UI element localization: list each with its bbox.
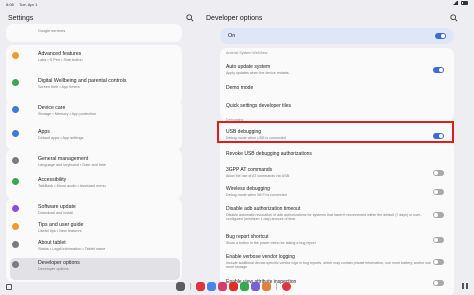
developer-options-pane: Developer options On Android System WebV… [196, 9, 474, 295]
play-store-app-icon[interactable] [240, 282, 249, 291]
verbose-vendor-logging-row[interactable]: Enable verbose vendor logging Include ad… [220, 251, 454, 275]
app-drawer-icon[interactable] [176, 282, 185, 291]
auto-update-row[interactable]: Auto update system Apply updates when th… [220, 61, 454, 79]
3gpp-at-commands-toggle[interactable] [433, 170, 444, 176]
software-update-icon [12, 205, 19, 212]
status-date: Tue, Apr 1 [19, 2, 38, 7]
galaxy-store-app-icon[interactable] [251, 282, 260, 291]
verbose-vendor-logging-toggle[interactable] [433, 259, 444, 265]
wireless-debugging-toggle[interactable] [433, 189, 444, 195]
disable-adb-timeout-row[interactable]: Disable adb authorization timeout Disabl… [220, 203, 454, 229]
developer-options-icon [12, 261, 19, 268]
auto-update-toggle[interactable] [433, 67, 444, 73]
gallery-app-icon[interactable] [218, 282, 227, 291]
master-switch-toggle[interactable] [435, 33, 446, 39]
3gpp-at-commands-row[interactable]: 3GPP AT commands Allow the use of AT com… [220, 165, 454, 183]
settings-list-pane: Settings Google services Advanced featur… [0, 9, 196, 295]
recent-app-icon[interactable] [282, 282, 291, 291]
apps-icon [12, 130, 19, 137]
recents-button[interactable] [6, 284, 12, 290]
settings-card-group-2: Device care Storage • Memory • App prote… [6, 100, 182, 150]
search-icon[interactable] [450, 14, 458, 22]
bug-report-shortcut-toggle[interactable] [433, 237, 444, 243]
settings-card-group-4: Software update Download and install Tip… [6, 198, 182, 282]
device-care-icon [12, 106, 19, 113]
status-icons [452, 1, 468, 5]
quick-settings-tiles-row[interactable]: Quick settings developer tiles [220, 99, 454, 115]
battery-icon [461, 1, 468, 5]
sidebar-item-developer-options[interactable]: Developer options Developer options [10, 258, 180, 280]
settings-card-top: Google services [6, 24, 182, 42]
master-switch-row[interactable]: On [220, 28, 454, 44]
taskbar-divider [190, 283, 191, 290]
webview-card: Android System WebView Auto update syste… [220, 48, 454, 120]
google-subtitle: Google services [38, 29, 66, 33]
demo-mode-row[interactable]: Demo mode [220, 81, 454, 97]
general-management-icon [12, 157, 19, 164]
settings-title: Settings [8, 15, 34, 22]
sidebar-item-digital-wellbeing[interactable]: Digital Wellbeing and parental controls … [12, 76, 178, 100]
wireless-debugging-row[interactable]: Wireless debugging Debug mode when Wi-Fi… [220, 183, 454, 201]
accessibility-icon [12, 178, 19, 185]
camera-app-icon[interactable] [196, 282, 205, 291]
settings-card-group-3: General management Language and keyboard… [6, 149, 182, 199]
status-time: 8:08 [6, 2, 14, 7]
sidebar-item-advanced-features[interactable]: Advanced features Labs • S Pen • Side bu… [12, 49, 178, 73]
taskbar [176, 280, 291, 293]
settings-card-group-1: Advanced features Labs • S Pen • Side bu… [6, 45, 182, 105]
view-attribute-inspection-toggle[interactable] [433, 280, 444, 286]
samsung-notes-app-icon[interactable] [262, 282, 271, 291]
taskbar-divider-2 [276, 283, 277, 290]
signal-icon [452, 1, 458, 5]
sidebar-item-apps[interactable]: Apps Default apps • App settings [12, 127, 178, 151]
search-icon[interactable] [186, 14, 194, 22]
youtube-app-icon[interactable] [229, 282, 238, 291]
nav-bar-line [466, 283, 468, 289]
chrome-app-icon[interactable] [207, 282, 216, 291]
section-label-webview: Android System WebView [226, 51, 268, 55]
about-tablet-icon [12, 241, 19, 248]
page-title: Developer options [206, 15, 263, 22]
digital-wellbeing-icon [12, 79, 19, 86]
revoke-usb-authorizations-row[interactable]: Revoke USB debugging authorizations [220, 149, 454, 161]
nav-bar-line [462, 283, 464, 289]
bug-report-shortcut-row[interactable]: Bug report shortcut Show a button in the… [220, 231, 454, 249]
nav-menu-button[interactable] [462, 283, 468, 289]
disable-adb-timeout-toggle[interactable] [433, 212, 444, 218]
advanced-features-icon [12, 52, 19, 59]
sidebar-item-device-care[interactable]: Device care Storage • Memory • App prote… [12, 103, 178, 127]
status-bar: 8:08 Tue, Apr 1 [0, 0, 474, 9]
master-switch-label: On [228, 33, 236, 39]
usb-debugging-highlight-box [217, 121, 454, 143]
tips-icon [12, 223, 19, 230]
sidebar-item-accessibility[interactable]: Accessibility TalkBack • Mono audio • As… [12, 175, 178, 199]
